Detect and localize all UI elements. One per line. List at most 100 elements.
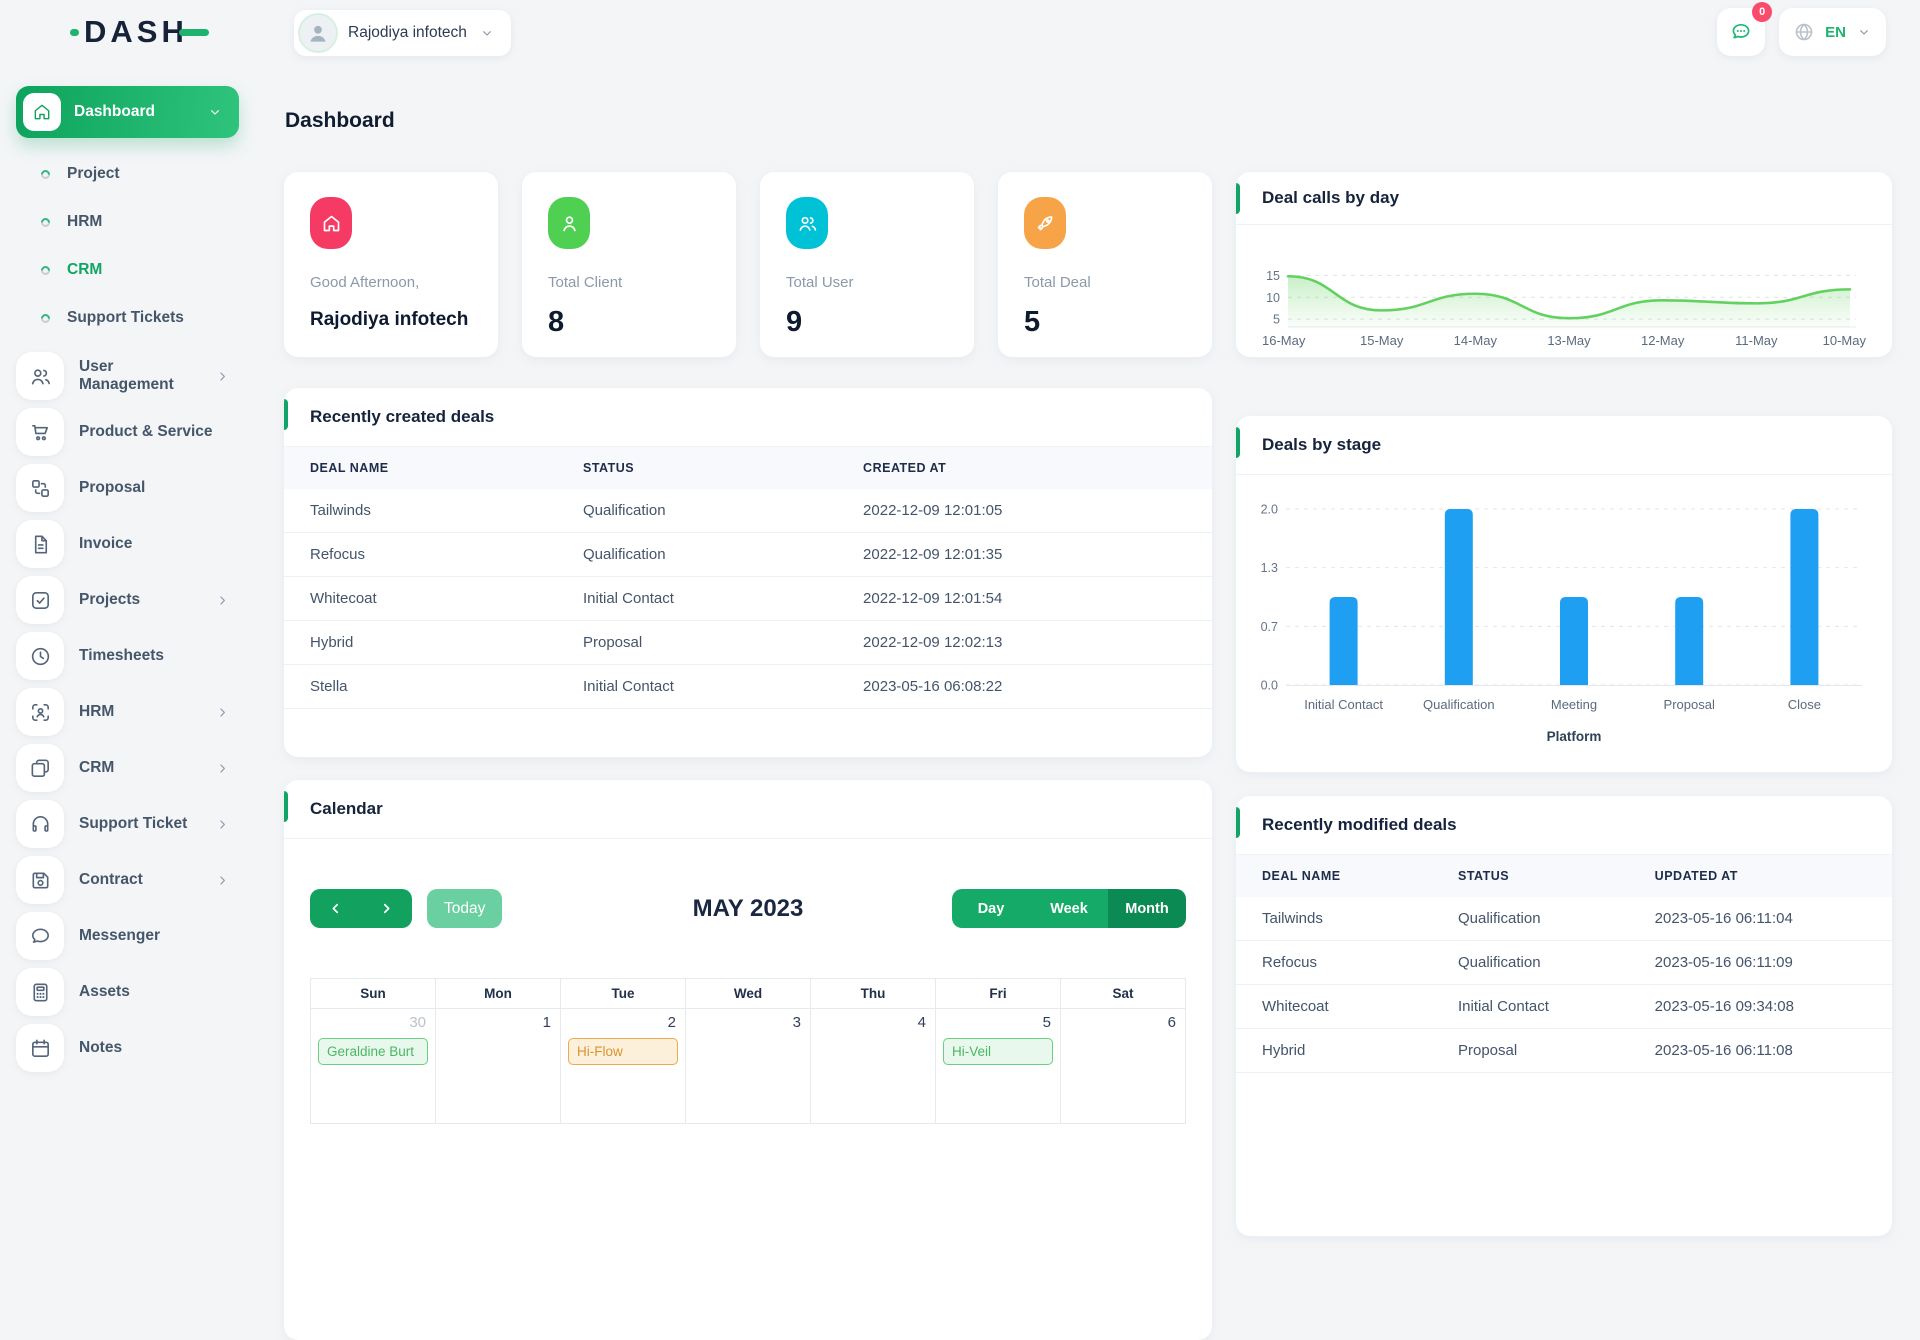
bullet-icon [39, 263, 52, 277]
chevron-down-icon [479, 25, 495, 41]
deal-name-cell: Stella [284, 664, 557, 709]
calendar-icon [29, 1037, 52, 1060]
chevron-right-icon [215, 873, 230, 888]
logo-accent-dash [178, 28, 209, 36]
sidebar-sub-item[interactable]: HRM [0, 198, 284, 246]
svg-text:15-May: 15-May [1360, 333, 1404, 348]
calendar-day-cell[interactable]: 6 [1060, 1008, 1186, 1124]
stat-label: Total Deal [1024, 274, 1091, 291]
calendar-day-header: Tue [560, 978, 686, 1009]
sidebar: Dashboard Project HRM CRM Support Ticket… [0, 62, 284, 1080]
calendar-next-button[interactable] [361, 889, 412, 928]
table-row: Whitecoat Initial Contact 2023-05-16 09:… [1236, 984, 1892, 1029]
calendar-view-button[interactable]: Day [952, 889, 1030, 928]
table-row: Tailwinds Qualification 2022-12-09 12:01… [284, 489, 1212, 533]
svg-text:0.0: 0.0 [1261, 679, 1278, 693]
status-cell: Initial Contact [557, 576, 838, 621]
stat-label: Good Afternoon, [310, 274, 420, 291]
sidebar-item[interactable]: Proposal [0, 460, 284, 516]
workspace-selector[interactable]: Rajodiya infotech [294, 10, 511, 56]
calendar-day-cell[interactable]: 30 Geraldine Burt [310, 1008, 436, 1124]
calendar-prev-button[interactable] [310, 889, 361, 928]
svg-text:16-May: 16-May [1262, 333, 1306, 348]
calendar-day-header: Sat [1060, 978, 1186, 1009]
sidebar-item-dashboard[interactable]: Dashboard [16, 86, 239, 138]
today-button[interactable]: Today [427, 889, 503, 928]
calendar-view-button[interactable]: Month [1108, 889, 1186, 928]
sidebar-item[interactable]: Support Ticket [0, 796, 284, 852]
status-cell: Qualification [1432, 897, 1629, 941]
globe-icon [1793, 21, 1815, 43]
app-logo[interactable]: DASH [70, 14, 209, 50]
deal-name-cell: Refocus [1236, 940, 1432, 985]
sidebar-item[interactable]: Timesheets [0, 628, 284, 684]
sidebar-item[interactable]: Projects [0, 572, 284, 628]
calendar-day-number: 2 [667, 1014, 676, 1031]
workspace-name: Rajodiya infotech [348, 24, 467, 41]
sidebar-item[interactable]: CRM [0, 740, 284, 796]
sidebar-item[interactable]: Contract [0, 852, 284, 908]
calendar-view-switcher: Day Week Month [952, 889, 1186, 928]
table-header: STATUS [1432, 855, 1629, 897]
calendar-day-cell[interactable]: 4 [810, 1008, 936, 1124]
sidebar-item[interactable]: Invoice [0, 516, 284, 572]
sidebar-item-label: CRM [79, 759, 115, 776]
stat-card: Good Afternoon, Rajodiya infotech [284, 172, 498, 357]
stat-label: Total User [786, 274, 854, 291]
sidebar-item[interactable]: HRM [0, 684, 284, 740]
calendar-event[interactable]: Hi-Flow [568, 1038, 678, 1065]
calendar-day-number: 6 [1167, 1014, 1176, 1031]
created-at-cell: 2023-05-16 06:08:22 [837, 664, 1212, 709]
chevron-right-icon [378, 900, 395, 917]
sidebar-item-label: Contract [79, 871, 143, 888]
status-cell: Qualification [1432, 940, 1629, 985]
calendar-day-header: Fri [935, 978, 1061, 1009]
chevron-left-icon [327, 900, 344, 917]
language-selector[interactable]: EN [1779, 8, 1886, 56]
svg-text:0.7: 0.7 [1261, 620, 1278, 634]
sidebar-sub-item[interactable]: Support Tickets [0, 294, 284, 342]
calendar-day-cell[interactable]: 3 [685, 1008, 811, 1124]
chevron-down-icon [207, 104, 223, 120]
calendar-day-header: Sun [310, 978, 436, 1009]
deal-calls-panel: Deal calls by day 15 10 5 16-May 15-May 14-Ma… [1236, 172, 1892, 357]
calendar-day-cell[interactable]: 2 Hi-Flow [560, 1008, 686, 1124]
topbar: DASH Rajodiya infotech 0 EN [0, 0, 1920, 62]
calendar-day-cell[interactable]: 1 [435, 1008, 561, 1124]
sidebar-item[interactable]: Assets [0, 964, 284, 1020]
calendar-event[interactable]: Hi-Veil [943, 1038, 1053, 1065]
recently-modified-deals-panel: Recently modified deals DEAL NAME STATUS U… [1236, 796, 1892, 1236]
calendar-day-cell[interactable]: 5 Hi-Veil [935, 1008, 1061, 1124]
svg-text:15: 15 [1266, 269, 1280, 283]
sidebar-item[interactable]: Product & Service [0, 404, 284, 460]
table-header: DEAL NAME [284, 447, 557, 489]
user-icon [559, 213, 580, 234]
calendar-day-number: 1 [542, 1014, 551, 1031]
messages-button[interactable]: 0 [1717, 2, 1773, 56]
sidebar-item[interactable]: Notes [0, 1020, 284, 1076]
sidebar-item[interactable]: Messenger [0, 908, 284, 964]
svg-text:Meeting: Meeting [1551, 697, 1597, 712]
chevron-right-icon [215, 369, 230, 384]
bullet-icon [39, 311, 52, 325]
calendar-event[interactable]: Geraldine Burt [318, 1038, 428, 1065]
sidebar-sub-item[interactable]: Project [0, 150, 284, 198]
home-icon [321, 213, 342, 234]
svg-text:2.0: 2.0 [1261, 503, 1278, 517]
calendar-day-number: 5 [1042, 1014, 1051, 1031]
sidebar-item[interactable]: User Management [0, 348, 284, 404]
sidebar-sub-item[interactable]: CRM [0, 246, 284, 294]
headset-icon [29, 813, 52, 836]
panel-title: Deal calls by day [1262, 188, 1400, 207]
bullet-icon [39, 167, 52, 181]
stat-value: 9 [786, 306, 803, 338]
status-cell: Proposal [557, 620, 838, 665]
sidebar-item-label: Projects [79, 591, 141, 608]
calendar-view-button[interactable]: Week [1030, 889, 1108, 928]
sidebar-sub-menu: Project HRM CRM Support Tickets [0, 150, 284, 342]
deal-calls-chart: 15 10 5 16-May 15-May 14-May 13-May 12-May 11-Ma… [1262, 269, 1866, 348]
chevron-down-icon [1856, 24, 1872, 40]
message-icon [1729, 20, 1753, 44]
deal-name-cell: Whitecoat [1236, 984, 1432, 1029]
svg-text:Platform: Platform [1547, 729, 1602, 744]
